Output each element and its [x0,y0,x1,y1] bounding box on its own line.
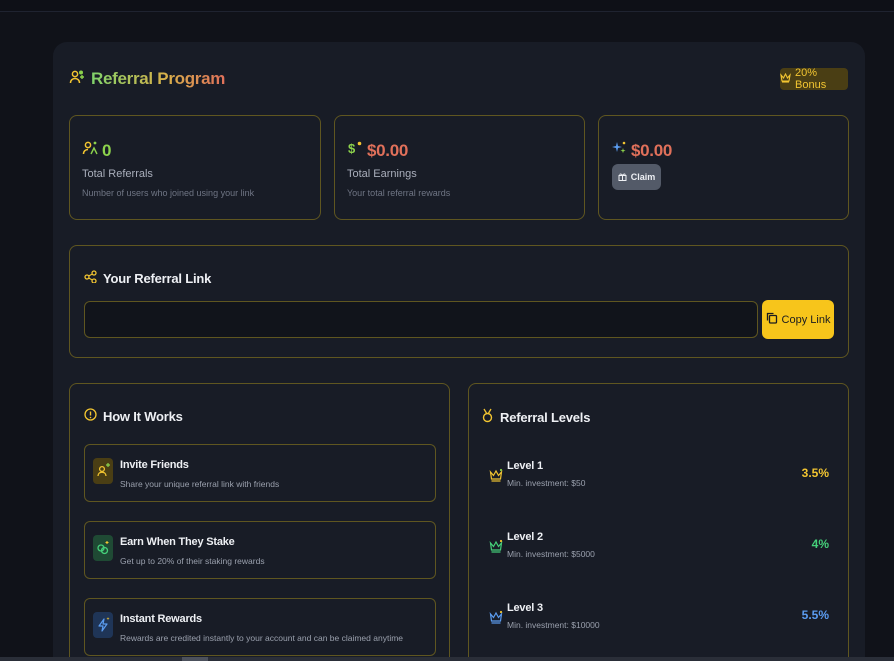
total-earnings-label: Total Earnings [347,168,417,180]
step-earn-when-they-stake: Earn When They Stake Get up to 20% of th… [84,521,436,579]
step-desc: Get up to 20% of their staking rewards [120,556,265,566]
share-icon [84,270,97,286]
top-bar [0,0,894,12]
step-desc: Rewards are credited instantly to your a… [120,633,404,643]
total-referrals-label: Total Referrals [82,168,153,180]
users-icon [69,69,85,90]
level-title: Level 1 [507,460,543,472]
referral-link-title-row: Your Referral Link [84,270,211,286]
step-invite-friends: Invite Friends Share your unique referra… [84,444,436,502]
level-rate: 4% [811,537,829,551]
total-referrals-card: 0 Total Referrals Number of users who jo… [69,115,321,220]
claimable-rewards-value: $0.00 [631,140,673,160]
gift-icon [618,172,627,183]
scrollbar-thumb[interactable] [182,657,208,661]
total-referrals-value: 0 [102,140,112,160]
step-title: Instant Rewards [120,613,202,625]
referral-link-card: Your Referral Link Copy Link [69,245,849,358]
crown-icon [780,72,791,86]
crown-icon [489,610,503,629]
how-it-works-title-row: How It Works [84,408,183,424]
level-rate: 5.5% [801,608,829,622]
referral-user-icon [82,140,98,161]
how-it-works-title: How It Works [103,408,183,424]
level-row: Level 1 Min. investment: $50 3.5% [489,460,829,492]
level-min-investment: Min. investment: $50 [507,478,586,488]
user-plus-icon [93,458,113,484]
medal-icon [481,408,494,426]
coins-icon [93,535,113,561]
level-row: Level 2 Min. investment: $5000 4% [489,531,829,563]
claim-button-label: Claim [630,172,656,182]
step-instant-rewards: Instant Rewards Rewards are credited ins… [84,598,436,656]
svg-text:$: $ [348,141,356,156]
level-title: Level 2 [507,531,543,543]
total-earnings-card: $ $0.00 Total Earnings Your total referr… [334,115,585,220]
copy-icon [766,312,778,327]
step-title: Invite Friends [120,459,189,471]
level-row: Level 3 Min. investment: $10000 5.5% [489,602,829,634]
referral-link-input[interactable] [84,301,758,338]
total-referrals-desc: Number of users who joined using your li… [82,188,255,198]
level-min-investment: Min. investment: $10000 [507,620,600,630]
referral-levels-card: Referral Levels Level 1 Min. investment:… [468,383,849,661]
step-desc: Share your unique referral link with fri… [120,479,280,489]
copy-link-button[interactable]: Copy Link [762,300,834,339]
info-icon [84,408,97,424]
referral-link-title: Your Referral Link [103,270,212,286]
level-title: Level 3 [507,602,543,614]
crown-icon [489,539,503,558]
horizontal-scrollbar[interactable] [0,657,894,661]
bonus-badge-label: 20% Bonus [795,67,827,91]
level-rate: 3.5% [801,466,829,480]
page-title: Referral Program [91,69,226,88]
level-min-investment: Min. investment: $5000 [507,549,595,559]
total-earnings-desc: Your total referral rewards [347,188,451,198]
sparkle-icon [611,140,627,161]
claimable-rewards-card: $0.00 Claim [598,115,849,220]
claim-button[interactable]: Claim [612,164,661,190]
how-it-works-card: How It Works Invite Friends Share your u… [69,383,450,661]
referral-levels-title: Referral Levels [500,409,591,425]
crown-icon [489,468,503,487]
dollar-icon: $ [347,140,363,161]
total-earnings-value: $0.00 [367,140,409,160]
step-title: Earn When They Stake [120,536,235,548]
page-title-row: Referral Program [69,66,225,92]
referral-levels-title-row: Referral Levels [481,408,590,426]
lightning-icon [93,612,113,638]
bonus-badge: 20% Bonus [780,67,848,91]
copy-link-label: Copy Link [781,313,831,326]
